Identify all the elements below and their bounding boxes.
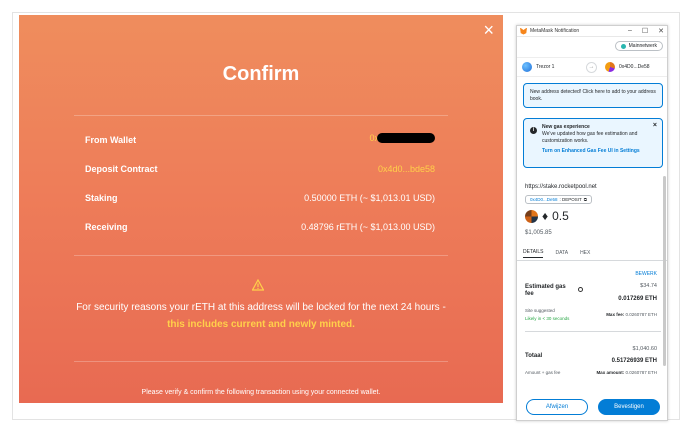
tab-data[interactable]: DATA	[555, 250, 568, 256]
row-deposit-contract: Deposit Contract 0x4d0...bde58	[85, 164, 435, 180]
tx-tabs: DETAILS DATA HEX	[517, 246, 667, 261]
network-selector[interactable]: Mainnetwerk	[614, 41, 663, 51]
amount-value: 0.5	[552, 209, 569, 223]
arrow-right-icon: →	[586, 61, 597, 73]
from-avatar-icon	[522, 62, 532, 72]
metamask-fox-icon	[520, 27, 527, 35]
notice-highlight: this includes current and newly minted.	[167, 319, 355, 330]
from-account[interactable]: Trezor 1	[522, 62, 582, 72]
contract-action: : DEPOSIT	[559, 197, 582, 202]
site-suggested: Site suggested	[525, 308, 555, 313]
new-address-notice[interactable]: New address detected! Click here to add …	[523, 83, 663, 108]
close-window-icon[interactable]: ✕	[658, 27, 664, 35]
copy-icon: ⧉	[583, 197, 588, 202]
warning-icon	[252, 279, 264, 291]
window-titlebar[interactable]: MetaMask Notification – ☐ ✕	[517, 26, 667, 37]
footnote: Please verify & confirm the following tr…	[141, 389, 381, 396]
receiving-label: Receiving	[85, 222, 128, 232]
divider	[525, 331, 661, 332]
minimize-icon[interactable]: –	[628, 27, 632, 35]
enhanced-gas-link[interactable]: Turn on Enhanced Gas Fee UI in Settings	[542, 148, 656, 155]
info-icon: i	[530, 127, 537, 134]
max-amount: Max amount: 0.0260787 ETH	[596, 370, 657, 375]
window-title: MetaMask Notification	[530, 28, 580, 34]
confirm-button[interactable]: Bevestigen	[598, 399, 660, 415]
contract-tag[interactable]: 0x4D0...De58 : DEPOSIT ⧉	[525, 195, 593, 204]
row-staking: Staking 0.50000 ETH (~ $1,013.01 USD)	[85, 193, 435, 209]
gas-experience-notice: i × New gas experience We've updated how…	[523, 118, 663, 168]
scrollbar[interactable]	[663, 176, 666, 366]
staking-label: Staking	[85, 193, 118, 203]
likely-time: Likely in < 30 seconds	[525, 316, 570, 321]
notice-text: For security reasons your rETH at this a…	[76, 302, 446, 313]
gas-usd: $34.74	[640, 283, 657, 289]
to-avatar-icon	[605, 62, 615, 72]
origin-site: https://stake.rocketpool.net	[525, 184, 597, 190]
from-account-label: Trezor 1	[536, 64, 555, 70]
max-amount-label: Max amount:	[596, 370, 625, 375]
account-row: Trezor 1 → 0x4D0...De58	[517, 57, 667, 77]
divider	[74, 115, 448, 116]
estimated-gas-label: Estimated gas fee	[525, 284, 566, 297]
divider	[74, 255, 448, 256]
total-label: Totaal	[525, 353, 543, 359]
metamask-window: MetaMask Notification – ☐ ✕ Mainnetwerk …	[516, 25, 668, 421]
gas-notice-title: New gas experience	[542, 124, 590, 130]
dismiss-icon[interactable]: ×	[653, 122, 657, 129]
divider	[74, 361, 448, 362]
network-label: Mainnetwerk	[628, 43, 657, 49]
gas-info-icon[interactable]	[578, 287, 583, 292]
edit-button[interactable]: BEWERK	[635, 271, 657, 277]
max-fee-label: Max fee:	[606, 312, 625, 317]
tab-hex[interactable]: HEX	[580, 250, 590, 256]
rocketpool-avatar-icon	[525, 209, 538, 223]
reject-button[interactable]: Afwijzen	[526, 399, 588, 415]
gas-notice-body: We've updated how gas fee estimation and…	[542, 131, 638, 144]
amount-usd: $1,005.85	[525, 230, 552, 236]
window-controls: – ☐ ✕	[628, 27, 664, 35]
total-usd: $1,040.60	[632, 346, 657, 352]
amount-gas-label: Amount + gas fee	[525, 370, 561, 375]
maximize-icon[interactable]: ☐	[642, 27, 648, 35]
to-account-label: 0x4D0...De58	[619, 64, 650, 70]
receiving-value: 0.48796 rETH (~ $1,013.00 USD)	[301, 222, 435, 232]
confirm-modal: × Confirm From Wallet 0x Deposit Contrac…	[19, 15, 503, 403]
staking-value: 0.50000 ETH (~ $1,013.01 USD)	[304, 193, 435, 203]
gas-eth: 0.017269 ETH	[618, 296, 657, 302]
row-receiving: Receiving 0.48796 rETH (~ $1,013.00 USD)	[85, 222, 435, 238]
security-notice: For security reasons your rETH at this a…	[69, 299, 453, 333]
from-wallet-label: From Wallet	[85, 135, 137, 145]
contract-address: 0x4D0...De58	[530, 197, 558, 202]
tab-details[interactable]: DETAILS	[523, 249, 544, 258]
from-wallet-value: 0x	[369, 133, 435, 143]
max-amount-value: 0.0260787 ETH	[625, 370, 657, 375]
deposit-contract-value[interactable]: 0x4d0...bde58	[378, 164, 435, 174]
close-icon[interactable]: ×	[483, 21, 494, 39]
modal-title: Confirm	[222, 63, 300, 85]
deposit-contract-label: Deposit Contract	[85, 164, 158, 174]
max-fee: Max fee: 0.0260787 ETH	[606, 312, 657, 317]
total-eth: 0.51726939 ETH	[611, 358, 657, 364]
eth-symbol-icon: ♦	[542, 209, 549, 223]
to-account[interactable]: 0x4D0...De58	[605, 62, 650, 72]
max-fee-value: 0.0260787 ETH	[625, 312, 657, 317]
amount-row: ♦ 0.5	[525, 209, 569, 223]
row-from-wallet: From Wallet 0x	[85, 133, 435, 151]
network-dot-icon	[620, 43, 626, 49]
redaction-bar	[377, 133, 435, 143]
